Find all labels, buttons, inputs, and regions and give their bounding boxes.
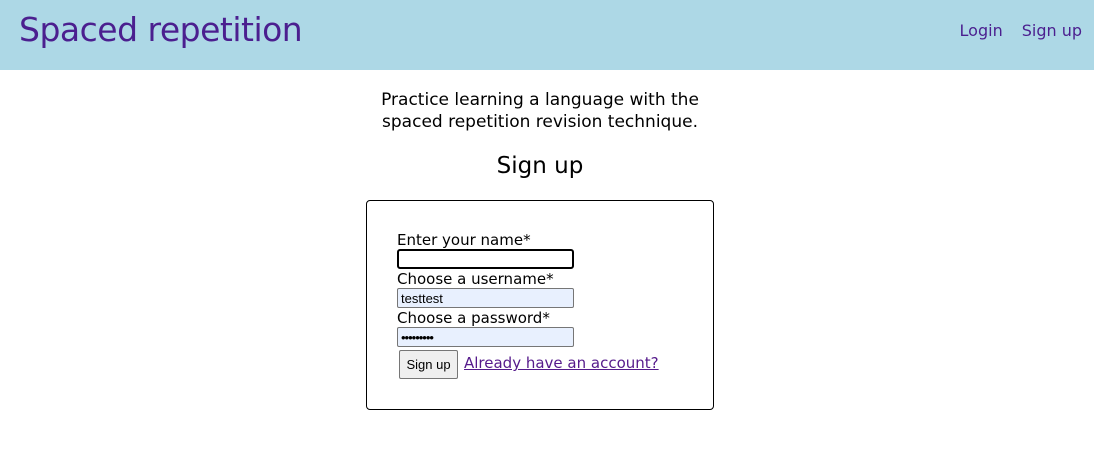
signup-form: Enter your name* Choose a username* Choo…	[366, 200, 714, 410]
intro-text: Practice learning a language with the sp…	[347, 89, 733, 133]
username-label: Choose a username*	[397, 270, 554, 288]
name-label: Enter your name*	[397, 231, 531, 249]
password-input[interactable]	[397, 327, 574, 347]
intro-line-2: spaced repetition revision technique.	[382, 112, 698, 132]
intro-line-1: Practice learning a language with the	[381, 90, 699, 110]
password-label: Choose a password*	[397, 309, 550, 327]
name-input[interactable]	[397, 249, 574, 269]
app-title[interactable]: Spaced repetition	[19, 8, 303, 52]
login-link[interactable]: Login	[960, 20, 1003, 42]
top-nav: Login Sign up	[960, 20, 1082, 42]
already-have-account-link[interactable]: Already have an account?	[464, 354, 659, 373]
signup-button[interactable]: Sign up	[399, 350, 458, 379]
username-input[interactable]	[397, 288, 574, 308]
top-header: Spaced repetition Login Sign up	[0, 0, 1094, 70]
form-title: Sign up	[496, 153, 584, 179]
signup-link[interactable]: Sign up	[1022, 20, 1082, 42]
